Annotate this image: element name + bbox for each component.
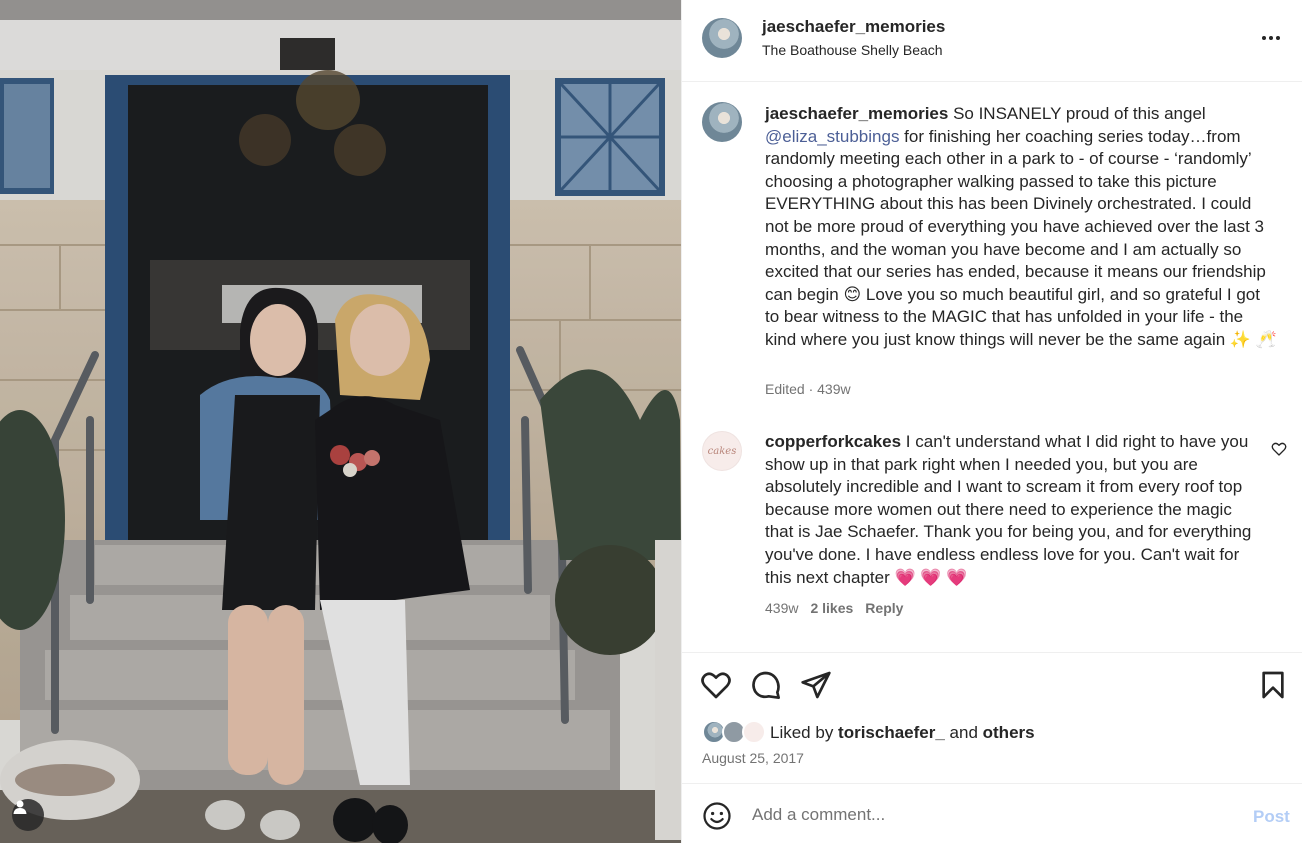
comment-username[interactable]: copperforkcakes [765, 432, 901, 451]
bookmark-icon[interactable] [1257, 669, 1289, 701]
liked-by-others[interactable]: others [983, 723, 1035, 742]
caption-text-1: So INSANELY proud of this angel [948, 104, 1206, 123]
caption-avatar[interactable] [702, 102, 742, 142]
author-username[interactable]: jaeschaefer_memories [762, 17, 945, 37]
caption-emoji-1: 😊 [843, 284, 862, 304]
liked-by-and: and [944, 723, 983, 742]
caption-text-2: for finishing her coaching series today…… [765, 126, 1266, 304]
comment-text: copperforkcakes I can't understand what … [765, 431, 1255, 589]
liker-avatar [742, 720, 766, 744]
caption-emoji-2: ✨ 🥂 [1229, 329, 1277, 349]
caption-text: jaeschaefer_memories So INSANELY proud o… [765, 103, 1277, 352]
post-comment-button[interactable]: Post [1253, 807, 1290, 827]
emoji-icon[interactable] [702, 801, 732, 831]
comment-avatar[interactable]: cakes [702, 431, 742, 471]
user-tag-icon [13, 800, 27, 814]
comment-input[interactable] [752, 800, 1232, 830]
liked-by-text: Liked by torischaefer_ and others [770, 723, 1035, 743]
post-date[interactable]: August 25, 2017 [702, 750, 804, 766]
heart-icon[interactable] [700, 669, 732, 701]
comment-meta: 439w 2 likes Reply [765, 600, 903, 616]
post-location[interactable]: The Boathouse Shelly Beach [762, 42, 943, 58]
post-actions: Liked by torischaefer_ and others August… [682, 652, 1302, 782]
photo-illustration [0, 0, 681, 843]
post-side-panel: jaeschaefer_memories The Boathouse Shell… [681, 0, 1302, 843]
post-header: jaeschaefer_memories The Boathouse Shell… [682, 0, 1302, 82]
add-comment-bar: Post [682, 783, 1302, 843]
liked-by-prefix: Liked by [770, 723, 839, 742]
caption-username[interactable]: jaeschaefer_memories [765, 104, 948, 123]
comment-icon[interactable] [750, 669, 782, 701]
liked-by-user[interactable]: torischaefer_ [838, 723, 945, 742]
user-tag-button[interactable] [12, 799, 44, 831]
comment-body: I can't understand what I did right to h… [765, 432, 1252, 587]
share-icon[interactable] [800, 669, 832, 701]
comment-likes[interactable]: 2 likes [810, 600, 853, 616]
comment-avatar-text: cakes [707, 445, 737, 457]
post-photo[interactable] [0, 0, 681, 843]
caption-mention[interactable]: @eliza_stubbings [765, 127, 899, 146]
comment-age: 439w [765, 600, 799, 616]
caption-meta: Edited · 439w [765, 381, 851, 397]
more-icon[interactable] [1259, 28, 1283, 48]
author-avatar[interactable] [702, 18, 742, 58]
comment-reply-button[interactable]: Reply [865, 600, 903, 616]
comment-like-icon[interactable] [1271, 441, 1287, 457]
comment-emoji: 💗 💗 💗 [894, 567, 968, 587]
